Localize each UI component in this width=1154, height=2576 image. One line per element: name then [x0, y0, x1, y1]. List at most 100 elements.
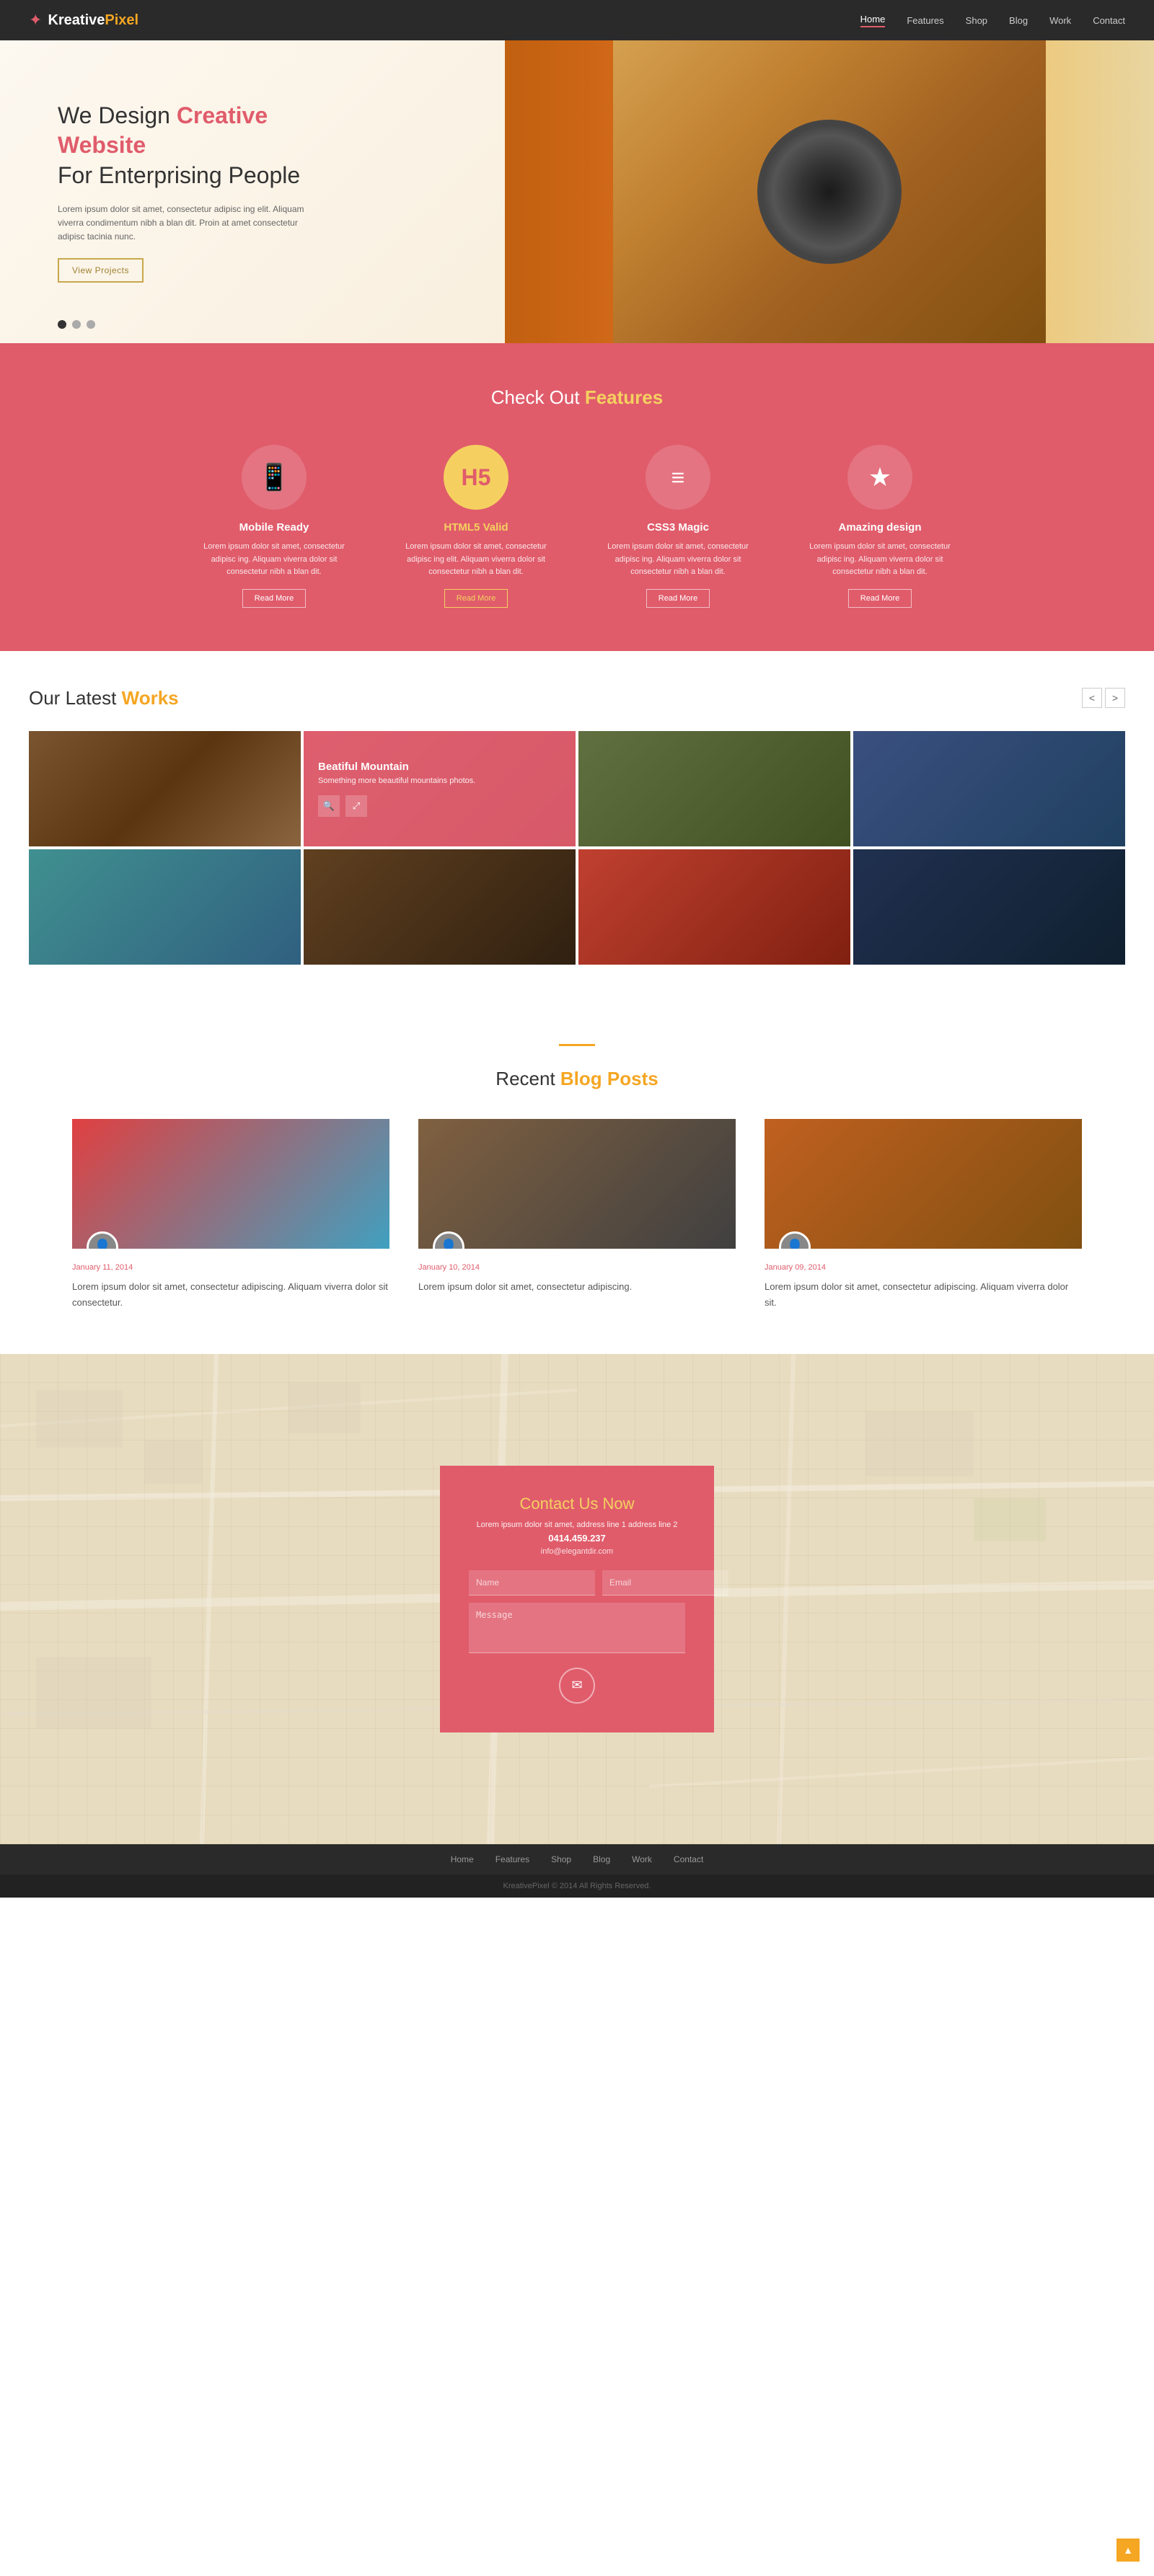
hero-title-plain: We Design: [58, 102, 177, 128]
logo-kreative: Kreative: [48, 12, 105, 28]
blog-grid: 👤 January 11, 2014 Lorem ipsum dolor sit…: [72, 1119, 1082, 1311]
feature-read-more-css3[interactable]: Read More: [646, 589, 710, 608]
navbar: ✦ KreativePixel Home Features Shop Blog …: [0, 0, 1154, 40]
feature-mobile-ready: 📱 Mobile Ready Lorem ipsum dolor sit ame…: [195, 445, 353, 608]
feature-css3: ≡ CSS3 Magic Lorem ipsum dolor sit amet,…: [599, 445, 757, 608]
work-overlay-title: Beatiful Mountain: [318, 761, 561, 773]
work-item-lake[interactable]: [29, 849, 301, 965]
works-prev-button[interactable]: <: [1082, 688, 1102, 708]
feature-desc-html5: Lorem ipsum dolor sit amet, consectetur …: [397, 541, 555, 579]
hero-description: Lorem ipsum dolor sit amet, consectetur …: [58, 203, 317, 244]
feature-title-design: Amazing design: [801, 521, 959, 534]
work-item-cliff[interactable]: [578, 849, 850, 965]
hero-title: We Design Creative Website For Enterpris…: [58, 101, 317, 191]
nav-item-blog[interactable]: Blog: [1009, 15, 1028, 26]
work-search-icon-btn[interactable]: 🔍: [318, 795, 340, 817]
work-item-dog[interactable]: [29, 731, 301, 846]
hero-content: We Design Creative Website For Enterpris…: [0, 58, 375, 326]
hero-image: [505, 40, 1154, 343]
works-section: Our Latest Works < > Beatiful Mountain S…: [0, 651, 1154, 1001]
feature-read-more-html5[interactable]: Read More: [444, 589, 508, 608]
works-nav: < >: [1082, 688, 1125, 708]
contact-name-input[interactable]: [469, 1570, 595, 1595]
feature-desc-css3: Lorem ipsum dolor sit amet, consectetur …: [599, 541, 757, 579]
blog-text-2: Lorem ipsum dolor sit amet, consectetur …: [418, 1279, 736, 1295]
feature-design: ★ Amazing design Lorem ipsum dolor sit a…: [801, 445, 959, 608]
work-item-city[interactable]: [853, 731, 1125, 846]
blog-divider: [559, 1044, 595, 1046]
blog-avatar-3: 👤: [779, 1231, 811, 1249]
footer-link-shop[interactable]: Shop: [551, 1854, 571, 1864]
blog-title-highlight: Blog Posts: [560, 1068, 659, 1089]
scroll-up-icon: ▲: [1123, 2544, 1133, 2556]
footer-link-home[interactable]: Home: [451, 1854, 474, 1864]
contact-submit-button[interactable]: ✉: [559, 1668, 595, 1704]
features-grid: 📱 Mobile Ready Lorem ipsum dolor sit ame…: [29, 445, 1125, 608]
blog-title-plain: Recent: [495, 1068, 560, 1089]
works-title-highlight: Works: [122, 687, 179, 709]
work-overlay-desc: Something more beautiful mountains photo…: [318, 776, 561, 785]
blog-text-3: Lorem ipsum dolor sit amet, consectetur …: [765, 1279, 1082, 1311]
footer-link-blog[interactable]: Blog: [593, 1854, 610, 1864]
hero-section: We Design Creative Website For Enterpris…: [0, 40, 1154, 343]
work-item-forest[interactable]: [304, 849, 576, 965]
nav-item-features[interactable]: Features: [907, 15, 943, 26]
work-overlay: Beatiful Mountain Something more beautif…: [304, 731, 576, 846]
scroll-to-top-button[interactable]: ▲: [1116, 2539, 1140, 2562]
works-title: Our Latest Works: [29, 687, 179, 709]
blog-text-1: Lorem ipsum dolor sit amet, consectetur …: [72, 1279, 389, 1311]
feature-title-css3: CSS3 Magic: [599, 521, 757, 534]
blog-section: Recent Blog Posts 👤 January 11, 2014 Lor…: [0, 1001, 1154, 1354]
blog-card-3: 👤 January 09, 2014 Lorem ipsum dolor sit…: [765, 1119, 1082, 1311]
footer-link-features[interactable]: Features: [495, 1854, 529, 1864]
nav-item-shop[interactable]: Shop: [966, 15, 987, 26]
work-item-mountain[interactable]: Beatiful Mountain Something more beautif…: [304, 731, 576, 846]
hero-camera-image: [613, 40, 1046, 343]
blog-image-2: 👤: [418, 1119, 736, 1249]
contact-name-email-row: [469, 1570, 685, 1595]
contact-title: Contact Us Now: [469, 1495, 685, 1513]
feature-icon-circle-mobile: 📱: [242, 445, 307, 510]
nav-links: Home Features Shop Blog Work Contact: [860, 14, 1125, 27]
logo-text: KreativePixel: [48, 12, 138, 29]
blog-date-3: January 09, 2014: [765, 1263, 1082, 1272]
nav-item-contact[interactable]: Contact: [1093, 15, 1125, 26]
feature-title-html5: HTML5 Valid: [397, 521, 555, 534]
feature-read-more-design[interactable]: Read More: [848, 589, 912, 608]
works-grid: Beatiful Mountain Something more beautif…: [29, 731, 1125, 965]
blog-avatar-1: 👤: [87, 1231, 118, 1249]
feature-title-mobile: Mobile Ready: [195, 521, 353, 534]
mobile-icon: 📱: [258, 462, 291, 492]
blog-date-1: January 11, 2014: [72, 1263, 389, 1272]
work-overlay-icons: 🔍 ⤢: [318, 795, 561, 817]
contact-description: Lorem ipsum dolor sit amet, address line…: [469, 1521, 685, 1529]
blog-image-1: 👤: [72, 1119, 389, 1249]
footer-link-work[interactable]: Work: [632, 1854, 652, 1864]
logo-pixel: Pixel: [105, 12, 138, 28]
feature-read-more-mobile[interactable]: Read More: [242, 589, 306, 608]
contact-email-display: info@elegantdir.com: [469, 1547, 685, 1556]
work-item-sea[interactable]: [853, 849, 1125, 965]
logo-icon: ✦: [29, 11, 42, 30]
contact-email-input[interactable]: [602, 1570, 728, 1595]
css3-icon: ≡: [671, 464, 685, 491]
blog-avatar-2: 👤: [433, 1231, 464, 1249]
star-icon: ★: [868, 462, 891, 492]
hero-view-projects-button[interactable]: View Projects: [58, 258, 144, 283]
features-title-plain: Check Out: [491, 386, 585, 408]
nav-item-home[interactable]: Home: [860, 14, 886, 27]
contact-message-input[interactable]: [469, 1603, 685, 1653]
footer-link-contact[interactable]: Contact: [674, 1854, 703, 1864]
features-title-highlight: Features: [585, 386, 663, 408]
map-contact-section: Contact Us Now Lorem ipsum dolor sit ame…: [0, 1354, 1154, 1844]
work-item-owl[interactable]: [578, 731, 850, 846]
blog-card-1: 👤 January 11, 2014 Lorem ipsum dolor sit…: [72, 1119, 389, 1311]
footer-nav: Home Features Shop Blog Work Contact: [0, 1844, 1154, 1875]
feature-html5: H5 HTML5 Valid Lorem ipsum dolor sit ame…: [397, 445, 555, 608]
blog-section-title: Recent Blog Posts: [72, 1068, 1082, 1090]
work-link-icon-btn[interactable]: ⤢: [345, 795, 367, 817]
nav-item-work[interactable]: Work: [1049, 15, 1071, 26]
works-next-button[interactable]: >: [1105, 688, 1125, 708]
works-title-plain: Our Latest: [29, 687, 122, 709]
works-header: Our Latest Works < >: [29, 687, 1125, 709]
